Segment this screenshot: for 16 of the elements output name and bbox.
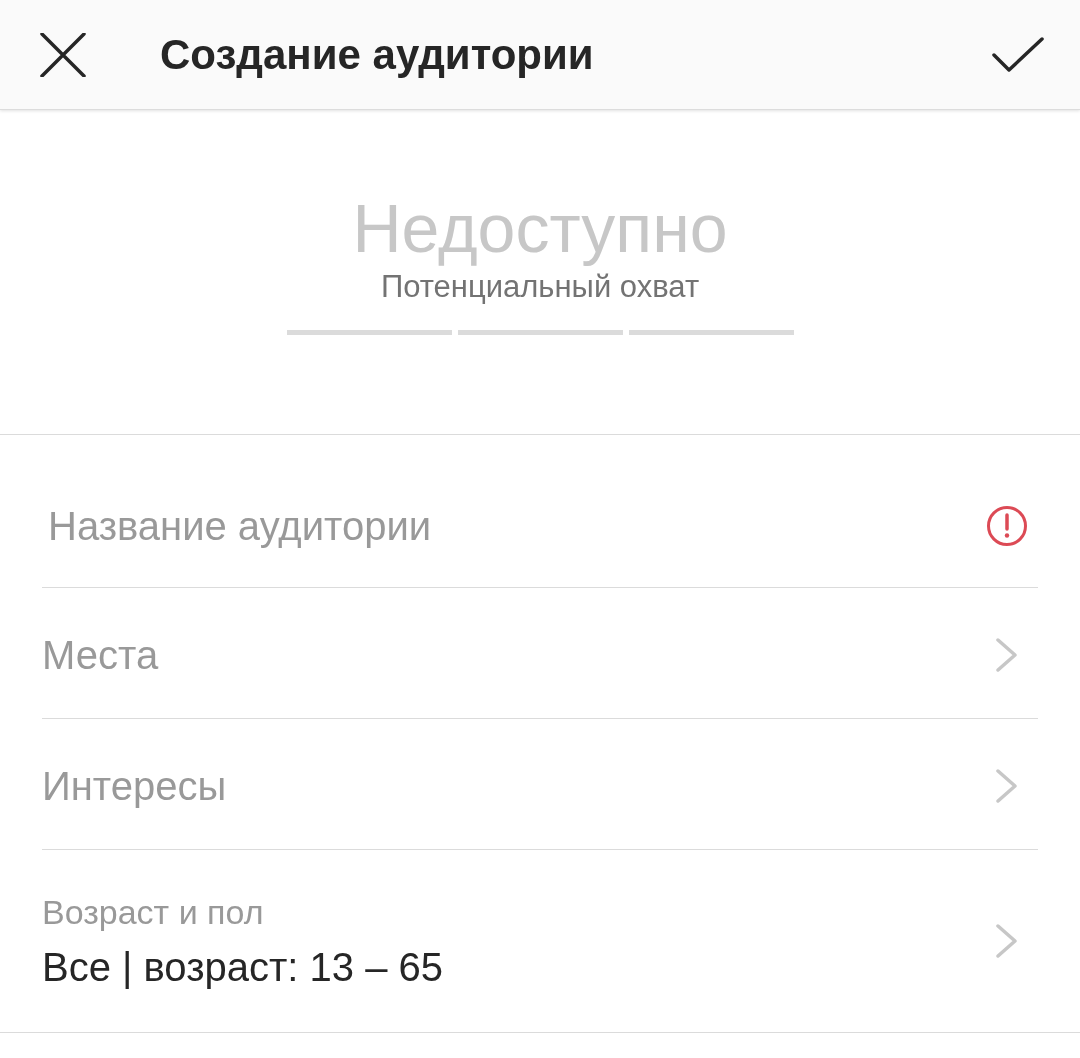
settings-row[interactable]: Интересы (42, 719, 1038, 850)
reach-value: Недоступно (352, 189, 728, 268)
row-label: Места (42, 635, 160, 675)
row-label: Возраст и пол (42, 895, 265, 929)
chevron-right-icon (996, 769, 1017, 803)
settings-row[interactable]: Места (42, 588, 1038, 719)
chevron-right-icon (996, 638, 1017, 672)
checkmark-icon[interactable] (992, 36, 1044, 73)
screen-title: Создание аудитории (160, 33, 594, 76)
audience-name-field[interactable]: Название аудитории (42, 496, 966, 556)
row-label: Интересы (42, 766, 228, 806)
row-value: Все | возраст: 13 – 65 (42, 947, 444, 987)
settings-row[interactable]: Возраст и пол Все | возраст: 13 – 65 (42, 850, 1038, 1032)
reach-label: Потенциальный охват (380, 268, 700, 306)
close-icon[interactable] (40, 32, 86, 77)
chevron-right-icon (996, 924, 1017, 958)
